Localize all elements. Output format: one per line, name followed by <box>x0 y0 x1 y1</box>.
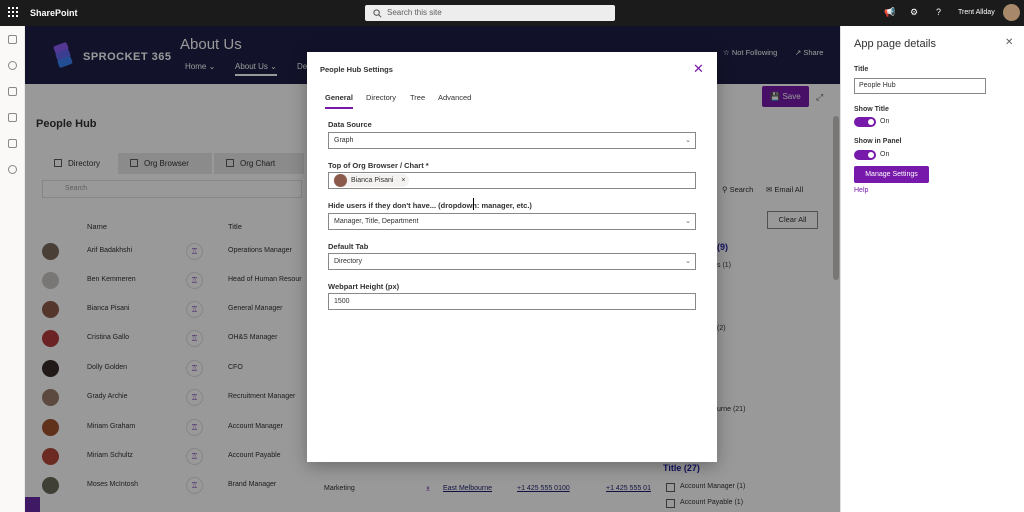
default-tab-dropdown[interactable]: Directory ⌄ <box>328 253 696 270</box>
top-of-org-picker[interactable]: Bianca Pisani × <box>328 172 696 189</box>
panel-heading: App page details <box>854 38 936 50</box>
tab-tree[interactable]: Tree <box>410 93 425 102</box>
megaphone-icon[interactable]: 📢 <box>884 7 895 18</box>
user-name: Trent Allday <box>958 9 995 16</box>
globe-icon[interactable] <box>8 61 17 70</box>
remove-icon[interactable]: × <box>401 174 405 187</box>
webpart-height-label: Webpart Height (px) <box>328 282 400 291</box>
gear-icon[interactable]: ⚙ <box>910 7 918 18</box>
app-launcher-icon[interactable] <box>8 7 18 17</box>
list-icon[interactable] <box>8 139 17 148</box>
close-icon[interactable]: ✕ <box>693 61 704 77</box>
webpart-height-input[interactable]: 1500 <box>328 293 696 310</box>
home-icon[interactable] <box>8 35 17 44</box>
chevron-down-icon: ⌄ <box>685 258 691 265</box>
avatar <box>334 174 347 187</box>
show-in-panel-state: On <box>880 151 890 158</box>
show-title-toggle[interactable] <box>854 117 876 127</box>
chevron-down-icon: ⌄ <box>685 137 691 144</box>
top-of-org-label: Top of Org Browser / Chart * <box>328 161 429 170</box>
show-in-panel-toggle[interactable] <box>854 150 876 160</box>
chevron-down-icon: ⌄ <box>685 218 691 225</box>
app-name[interactable]: SharePoint <box>30 8 78 18</box>
persona-chip: Bianca Pisani × <box>333 174 410 187</box>
tab-directory[interactable]: Directory <box>366 93 396 102</box>
add-icon[interactable] <box>8 165 17 174</box>
left-rail <box>0 26 25 512</box>
suite-bar: SharePoint Search this site 📢 ⚙ ? Trent … <box>0 0 1024 26</box>
help-link[interactable]: Help <box>854 187 868 194</box>
data-source-dropdown[interactable]: Graph ⌄ <box>328 132 696 149</box>
manage-settings-button[interactable]: Manage Settings <box>854 166 929 183</box>
default-tab-label: Default Tab <box>328 242 369 251</box>
show-title-label: Show Title <box>854 106 889 113</box>
data-source-label: Data Source <box>328 120 372 129</box>
hide-users-label: Hide users if they don't have... (dropdo… <box>328 201 532 210</box>
close-icon[interactable]: ✕ <box>1005 37 1013 48</box>
hide-users-dropdown[interactable]: Manager, Title, Department ⌄ <box>328 213 696 230</box>
app-page-details-panel: App page details ✕ Title People Hub Show… <box>840 26 1024 512</box>
show-in-panel-label: Show in Panel <box>854 138 902 145</box>
title-label: Title <box>854 66 869 73</box>
user-avatar[interactable] <box>1003 4 1020 21</box>
show-title-state: On <box>880 118 890 125</box>
search-placeholder: Search this site <box>387 8 442 17</box>
title-field[interactable]: People Hub <box>854 78 986 94</box>
tab-advanced[interactable]: Advanced <box>438 93 471 102</box>
settings-dialog: People Hub Settings ✕ General Directory … <box>307 52 717 462</box>
site-search-input[interactable]: Search this site <box>365 5 615 21</box>
tab-general[interactable]: General <box>325 93 353 109</box>
mouse-cursor <box>473 198 479 210</box>
news-icon[interactable] <box>8 87 17 96</box>
help-icon[interactable]: ? <box>936 7 941 17</box>
search-icon <box>373 9 382 18</box>
document-icon[interactable] <box>8 113 17 122</box>
dialog-title: People Hub Settings <box>320 65 393 74</box>
